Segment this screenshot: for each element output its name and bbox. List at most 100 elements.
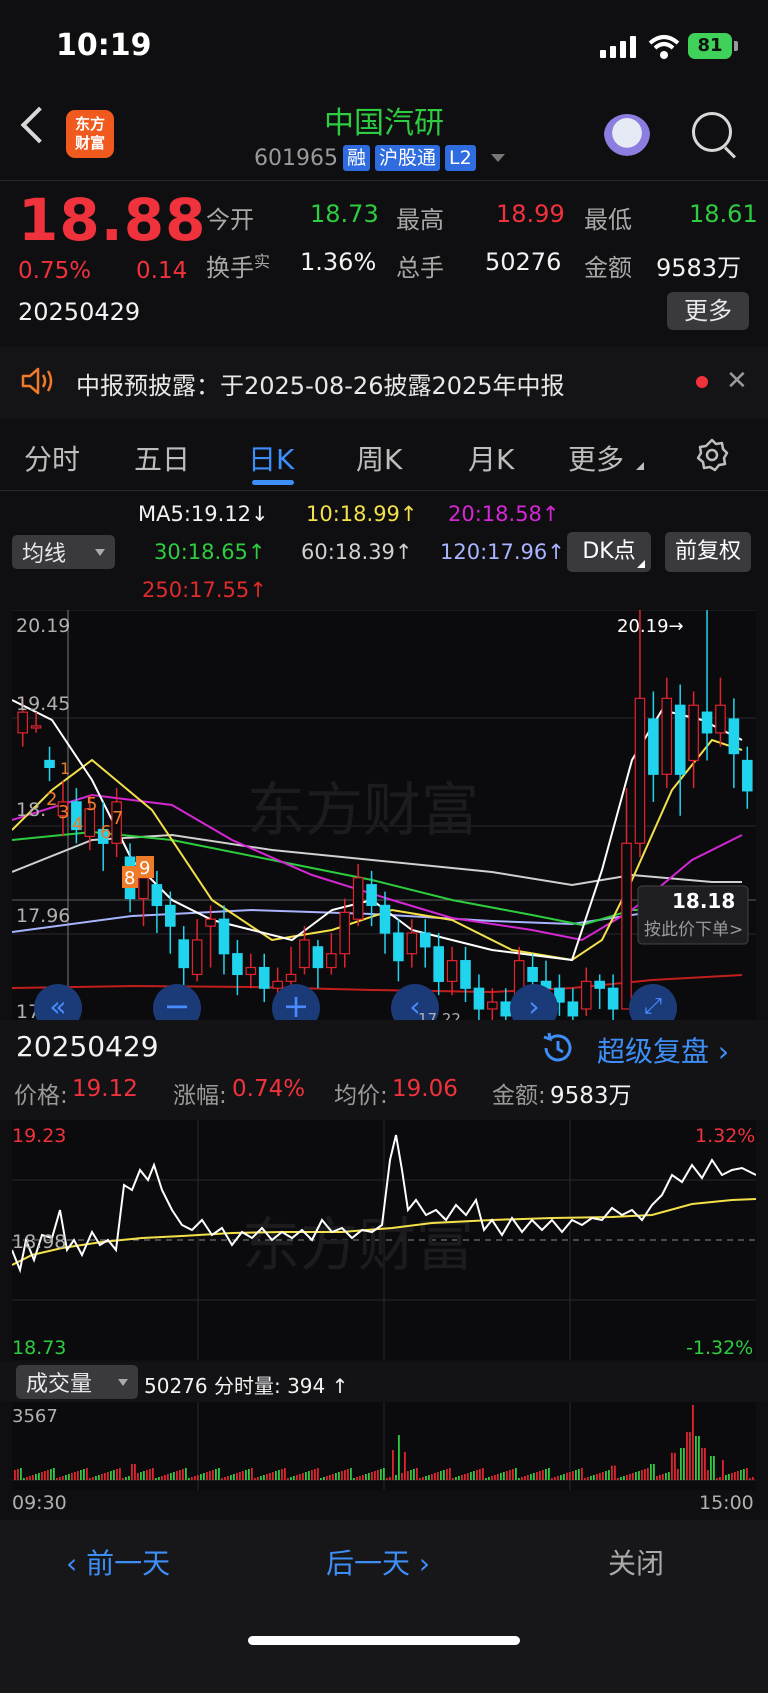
candle-body [594,980,605,989]
volume-bar [23,1478,25,1480]
volume-bar [638,1471,640,1480]
volume-bar [275,1471,277,1480]
volume-bar [560,1475,562,1480]
history-clock-icon[interactable] [540,1030,576,1066]
volume-bar [326,1476,328,1480]
volume-bar [260,1476,262,1480]
tab-fenshi[interactable]: 分时 [24,438,80,478]
open-value: 18.73 [310,200,379,228]
volume-bar [77,1471,79,1480]
intraday-chart[interactable]: 东方财富 19.23 18.98 18.73 1.32% -1.32% [12,1120,756,1360]
ma120-label: 120:17.96↑ [440,540,565,564]
candle-body [339,911,351,955]
order-tip[interactable]: 按此价下单> [644,920,743,940]
volume-bar [74,1472,76,1480]
candle-body [232,953,243,976]
candle-body [299,939,310,969]
volume-bar [80,1470,82,1480]
volume-bar [506,1471,508,1480]
volume-bar [461,1475,463,1480]
volume-bar [749,1478,751,1480]
volume-bar [635,1472,637,1480]
super-replay-link[interactable]: 超级复盘 › [597,1030,729,1070]
turnover-label-sup: 实 [254,252,271,271]
close-icon[interactable]: ✕ [726,366,748,396]
notice-text[interactable]: 中报预披露：于2025-08-26披露2025年中报 [76,366,565,401]
volume-bar [128,1476,130,1480]
candle-body [446,960,458,982]
volume-bar [95,1476,97,1480]
search-icon[interactable] [692,112,732,152]
volume-bar [140,1472,142,1480]
intraday-mid: 18.98 [12,1231,66,1253]
volume-bar [569,1472,571,1480]
price-tag: 18.18 [672,889,735,913]
signal-1: 1 [60,759,70,778]
tab-day-k[interactable]: 日K [248,438,294,478]
volume-bar [581,1468,583,1480]
volume-bar [161,1476,163,1480]
volume-bar [707,1470,709,1480]
volume-bar [587,1477,589,1480]
prev-day-button[interactable]: ‹ 前一天 [66,1542,170,1582]
adjust-button[interactable]: 前复权 [665,532,751,572]
volume-bar [752,1477,754,1480]
volume-bar [482,1468,484,1480]
tab-month-k[interactable]: 月K [468,438,514,478]
chevron-down-icon [118,1378,128,1386]
volume-bar [719,1477,721,1480]
change-amount: 0.14 [136,258,188,284]
volume-bar [491,1476,493,1480]
tab-five-day[interactable]: 五日 [134,438,190,478]
tab-week-k[interactable]: 周K [356,438,402,478]
unread-dot [696,376,708,388]
volume-bar [488,1477,490,1480]
price-value: 19.12 [72,1076,138,1102]
gear-icon[interactable] [695,438,729,472]
low-value: 18.61 [689,200,758,228]
candle-body [285,973,297,982]
kline-chart[interactable]: 东方财富 1 2 3 4 5 6 7 8 9 20.19 19.45 18. 1… [12,610,756,1020]
volume-bar [449,1468,451,1480]
l2-tag: L2 [445,145,476,171]
volume-bar [14,1470,16,1480]
tab-more[interactable]: 更多 [568,438,624,478]
volume-bar [335,1473,337,1480]
volume-bar [467,1473,469,1480]
volume-bar [410,1470,412,1480]
volume-bar [542,1470,544,1480]
volume-bar [92,1477,94,1480]
volume-bar [68,1474,70,1480]
volume-bar [227,1476,229,1480]
volume-bar [329,1475,331,1480]
stock-name[interactable]: 中国汽研 [0,98,768,142]
volume-bar [632,1473,634,1480]
volume-bar [341,1471,343,1480]
volume-bar [143,1471,145,1480]
stock-code-row[interactable]: 601965 融 沪股通 L2 [254,145,505,171]
ma-select[interactable]: 均线 [12,535,115,569]
close-button[interactable]: 关闭 [608,1542,664,1582]
volume-bar [212,1470,214,1480]
candle-body [728,718,740,755]
volume-bar [452,1478,454,1480]
volume-bar [149,1469,151,1480]
volume-select[interactable]: 成交量 [16,1365,138,1399]
volume-bar [17,1469,19,1480]
assistant-robot-icon[interactable] [604,114,650,156]
volume-bar [701,1448,703,1480]
volume-bar [350,1468,352,1480]
signal-9: 9 [139,858,150,879]
next-day-button[interactable]: 后一天 › [326,1542,430,1582]
more-button[interactable]: 更多 [667,292,749,330]
watermark: 东方财富 [247,776,479,844]
battery-level: 81 [697,35,723,56]
volume-bar [431,1474,433,1480]
margin-tag: 融 [342,145,370,171]
intraday-high: 19.23 [12,1125,66,1147]
volume-bar [110,1471,112,1480]
candle-body [527,966,538,982]
volume-bar [407,1471,409,1480]
volume-chart: 3567 [12,1402,756,1490]
volume-bar [56,1478,58,1480]
